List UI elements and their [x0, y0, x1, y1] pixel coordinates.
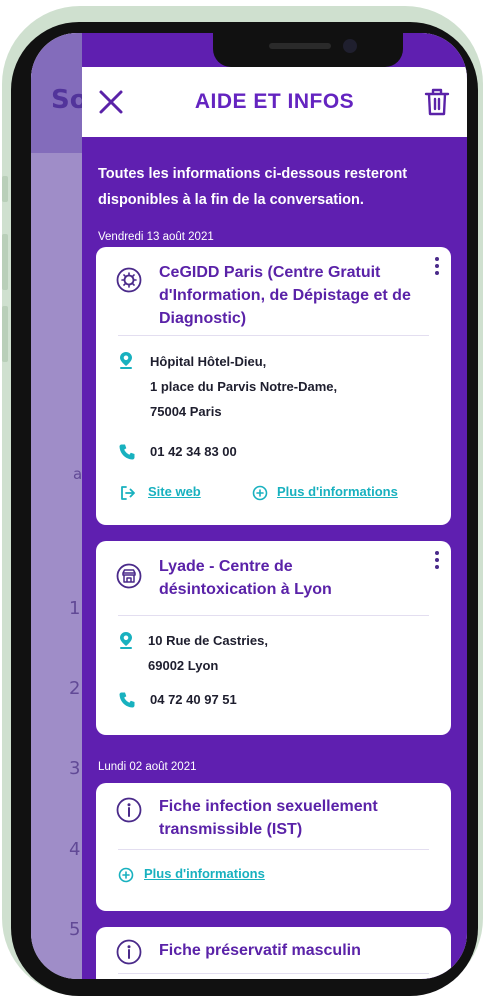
sheet-title: AIDE ET INFOS: [194, 90, 355, 113]
date-label: Vendredi 13 août 2021: [98, 231, 214, 243]
front-camera: [343, 39, 357, 53]
speaker-grille: [269, 43, 331, 49]
info-icon: [116, 939, 142, 965]
trash-icon[interactable]: [423, 87, 451, 117]
info-icon: [116, 797, 142, 823]
date-label: Lundi 02 août 2021: [98, 761, 197, 773]
card-title: Fiche infection sexuellement transmissib…: [159, 798, 378, 838]
phone-icon[interactable]: [118, 443, 136, 461]
phone-number[interactable]: 04 72 40 97 51: [150, 687, 237, 712]
more-info-link[interactable]: Plus d'informations: [144, 866, 265, 881]
intro-text: Toutes les informations ci-dessous reste…: [98, 166, 408, 208]
address-line: 10 Rue de Castries,: [148, 633, 268, 648]
phone-screen: So a 1 2 3 4 5 AIDE ET INFOS Toutes les …: [31, 33, 467, 979]
divider: [118, 849, 429, 850]
external-link-icon[interactable]: [120, 485, 136, 501]
card-title: Fiche préservatif masculin: [159, 942, 361, 959]
address-line: 1 place du Parvis Notre-Dame,: [150, 379, 338, 394]
plus-circle-icon[interactable]: [252, 485, 268, 501]
volume-up-button: [2, 234, 8, 290]
address-line: 75004 Paris: [150, 404, 222, 419]
virus-icon: [116, 267, 142, 293]
more-info-link[interactable]: Plus d'informations: [277, 484, 398, 499]
phone-notch: [213, 33, 403, 67]
resource-card[interactable]: Fiche préservatif masculin: [96, 927, 451, 979]
card-title: CeGIDD Paris (Centre Gratuit d'Informati…: [159, 264, 411, 327]
website-link[interactable]: Site web: [148, 484, 201, 499]
location-pin-icon: [120, 352, 132, 369]
address-line: 69002 Lyon: [148, 658, 219, 673]
volume-down-button: [2, 306, 8, 362]
plus-circle-icon[interactable]: [118, 867, 134, 883]
divider: [118, 973, 429, 974]
mute-switch: [2, 176, 8, 202]
store-icon: [116, 563, 142, 589]
phone-icon[interactable]: [118, 691, 136, 709]
resource-card[interactable]: CeGIDD Paris (Centre Gratuit d'Informati…: [96, 247, 451, 525]
card-title: Lyade - Centre de désintoxication à Lyon: [159, 558, 332, 598]
location-pin-icon: [120, 632, 132, 649]
address-line: Hôpital Hôtel-Dieu,: [150, 354, 267, 369]
divider: [118, 335, 429, 336]
resource-card[interactable]: Lyade - Centre de désintoxication à Lyon…: [96, 541, 451, 735]
sheet-header: AIDE ET INFOS: [82, 67, 467, 137]
help-info-sheet: AIDE ET INFOS Toutes les informations ci…: [82, 33, 467, 979]
phone-number[interactable]: 01 42 34 83 00: [150, 439, 237, 464]
resource-card[interactable]: Fiche infection sexuellement transmissib…: [96, 783, 451, 911]
more-options-icon[interactable]: [433, 551, 441, 573]
close-icon[interactable]: [96, 87, 126, 117]
divider: [118, 615, 429, 616]
more-options-icon[interactable]: [433, 257, 441, 279]
